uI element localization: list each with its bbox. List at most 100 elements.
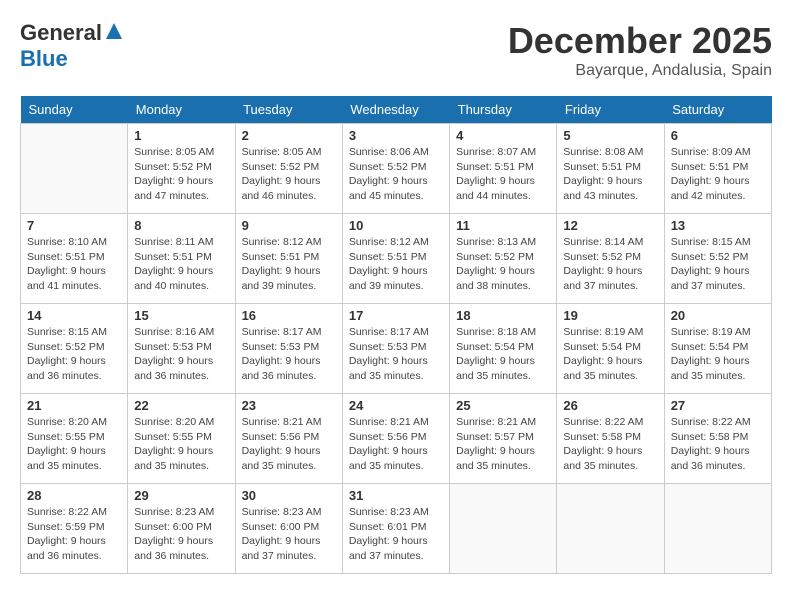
day-info: Sunrise: 8:20 AM Sunset: 5:55 PM Dayligh…: [27, 415, 121, 474]
day-info: Sunrise: 8:05 AM Sunset: 5:52 PM Dayligh…: [134, 145, 228, 204]
table-row: [21, 124, 128, 214]
logo-icon: [104, 21, 124, 41]
table-row: 21 Sunrise: 8:20 AM Sunset: 5:55 PM Dayli…: [21, 394, 128, 484]
day-number: 27: [671, 398, 765, 413]
day-info: Sunrise: 8:13 AM Sunset: 5:52 PM Dayligh…: [456, 235, 550, 294]
table-row: 22 Sunrise: 8:20 AM Sunset: 5:55 PM Dayli…: [128, 394, 235, 484]
day-info: Sunrise: 8:15 AM Sunset: 5:52 PM Dayligh…: [27, 325, 121, 384]
table-row: 3Sunrise: 8:06 AM Sunset: 5:52 PM Daylig…: [342, 124, 449, 214]
day-number: 11: [456, 218, 550, 233]
day-info: Sunrise: 8:22 AM Sunset: 5:59 PM Dayligh…: [27, 505, 121, 564]
calendar-week-row: 14 Sunrise: 8:15 AM Sunset: 5:52 PM Dayli…: [21, 304, 772, 394]
calendar-week-row: 1Sunrise: 8:05 AM Sunset: 5:52 PM Daylig…: [21, 124, 772, 214]
day-info: Sunrise: 8:07 AM Sunset: 5:51 PM Dayligh…: [456, 145, 550, 204]
calendar-header-friday: Friday: [557, 96, 664, 124]
day-number: 26: [563, 398, 657, 413]
day-info: Sunrise: 8:09 AM Sunset: 5:51 PM Dayligh…: [671, 145, 765, 204]
calendar-header-row: SundayMondayTuesdayWednesdayThursdayFrid…: [21, 96, 772, 124]
day-number: 9: [242, 218, 336, 233]
table-row: 30Sunrise: 8:23 AM Sunset: 6:00 PM Dayli…: [235, 484, 342, 574]
table-row: 24Sunrise: 8:21 AM Sunset: 5:56 PM Dayli…: [342, 394, 449, 484]
day-info: Sunrise: 8:23 AM Sunset: 6:00 PM Dayligh…: [134, 505, 228, 564]
day-number: 16: [242, 308, 336, 323]
day-number: 29: [134, 488, 228, 503]
day-number: 18: [456, 308, 550, 323]
table-row: 2 Sunrise: 8:05 AM Sunset: 5:52 PM Daylig…: [235, 124, 342, 214]
calendar-header-sunday: Sunday: [21, 96, 128, 124]
day-number: 12: [563, 218, 657, 233]
table-row: 12 Sunrise: 8:14 AM Sunset: 5:52 PM Dayli…: [557, 214, 664, 304]
calendar-week-row: 28 Sunrise: 8:22 AM Sunset: 5:59 PM Dayli…: [21, 484, 772, 574]
day-number: 22: [134, 398, 228, 413]
logo: General Blue: [20, 20, 124, 72]
day-number: 19: [563, 308, 657, 323]
table-row: 15 Sunrise: 8:16 AM Sunset: 5:53 PM Dayli…: [128, 304, 235, 394]
day-info: Sunrise: 8:17 AM Sunset: 5:53 PM Dayligh…: [242, 325, 336, 384]
day-number: 4: [456, 128, 550, 143]
day-number: 10: [349, 218, 443, 233]
day-info: Sunrise: 8:21 AM Sunset: 5:56 PM Dayligh…: [242, 415, 336, 474]
day-number: 28: [27, 488, 121, 503]
logo-blue-text: Blue: [20, 46, 68, 72]
table-row: 11 Sunrise: 8:13 AM Sunset: 5:52 PM Dayli…: [450, 214, 557, 304]
table-row: 8Sunrise: 8:11 AM Sunset: 5:51 PM Daylig…: [128, 214, 235, 304]
table-row: [450, 484, 557, 574]
day-number: 15: [134, 308, 228, 323]
calendar-header-thursday: Thursday: [450, 96, 557, 124]
table-row: 5Sunrise: 8:08 AM Sunset: 5:51 PM Daylig…: [557, 124, 664, 214]
day-info: Sunrise: 8:23 AM Sunset: 6:00 PM Dayligh…: [242, 505, 336, 564]
table-row: 26Sunrise: 8:22 AM Sunset: 5:58 PM Dayli…: [557, 394, 664, 484]
day-number: 3: [349, 128, 443, 143]
calendar-week-row: 21 Sunrise: 8:20 AM Sunset: 5:55 PM Dayli…: [21, 394, 772, 484]
table-row: 23 Sunrise: 8:21 AM Sunset: 5:56 PM Dayli…: [235, 394, 342, 484]
table-row: 4 Sunrise: 8:07 AM Sunset: 5:51 PM Daylig…: [450, 124, 557, 214]
table-row: 9 Sunrise: 8:12 AM Sunset: 5:51 PM Daylig…: [235, 214, 342, 304]
day-info: Sunrise: 8:19 AM Sunset: 5:54 PM Dayligh…: [671, 325, 765, 384]
table-row: 1Sunrise: 8:05 AM Sunset: 5:52 PM Daylig…: [128, 124, 235, 214]
table-row: 28 Sunrise: 8:22 AM Sunset: 5:59 PM Dayli…: [21, 484, 128, 574]
table-row: 31Sunrise: 8:23 AM Sunset: 6:01 PM Dayli…: [342, 484, 449, 574]
logo-general-text: General: [20, 20, 102, 46]
day-number: 17: [349, 308, 443, 323]
table-row: 17 Sunrise: 8:17 AM Sunset: 5:53 PM Dayli…: [342, 304, 449, 394]
table-row: 10Sunrise: 8:12 AM Sunset: 5:51 PM Dayli…: [342, 214, 449, 304]
day-info: Sunrise: 8:05 AM Sunset: 5:52 PM Dayligh…: [242, 145, 336, 204]
day-info: Sunrise: 8:16 AM Sunset: 5:53 PM Dayligh…: [134, 325, 228, 384]
day-info: Sunrise: 8:12 AM Sunset: 5:51 PM Dayligh…: [242, 235, 336, 294]
day-number: 13: [671, 218, 765, 233]
table-row: 13 Sunrise: 8:15 AM Sunset: 5:52 PM Dayli…: [664, 214, 771, 304]
day-info: Sunrise: 8:18 AM Sunset: 5:54 PM Dayligh…: [456, 325, 550, 384]
table-row: 16 Sunrise: 8:17 AM Sunset: 5:53 PM Dayli…: [235, 304, 342, 394]
day-info: Sunrise: 8:17 AM Sunset: 5:53 PM Dayligh…: [349, 325, 443, 384]
day-number: 14: [27, 308, 121, 323]
table-row: 14 Sunrise: 8:15 AM Sunset: 5:52 PM Dayli…: [21, 304, 128, 394]
day-info: Sunrise: 8:10 AM Sunset: 5:51 PM Dayligh…: [27, 235, 121, 294]
day-number: 21: [27, 398, 121, 413]
day-info: Sunrise: 8:19 AM Sunset: 5:54 PM Dayligh…: [563, 325, 657, 384]
day-number: 24: [349, 398, 443, 413]
calendar-header-saturday: Saturday: [664, 96, 771, 124]
month-title: December 2025: [508, 20, 772, 62]
table-row: 18 Sunrise: 8:18 AM Sunset: 5:54 PM Dayli…: [450, 304, 557, 394]
day-number: 7: [27, 218, 121, 233]
day-info: Sunrise: 8:14 AM Sunset: 5:52 PM Dayligh…: [563, 235, 657, 294]
table-row: 7 Sunrise: 8:10 AM Sunset: 5:51 PM Daylig…: [21, 214, 128, 304]
calendar-header-wednesday: Wednesday: [342, 96, 449, 124]
table-row: 25Sunrise: 8:21 AM Sunset: 5:57 PM Dayli…: [450, 394, 557, 484]
table-row: 19 Sunrise: 8:19 AM Sunset: 5:54 PM Dayli…: [557, 304, 664, 394]
day-number: 23: [242, 398, 336, 413]
day-number: 5: [563, 128, 657, 143]
table-row: 20 Sunrise: 8:19 AM Sunset: 5:54 PM Dayli…: [664, 304, 771, 394]
day-number: 2: [242, 128, 336, 143]
location-title: Bayarque, Andalusia, Spain: [508, 62, 772, 80]
day-info: Sunrise: 8:11 AM Sunset: 5:51 PM Dayligh…: [134, 235, 228, 294]
table-row: 6Sunrise: 8:09 AM Sunset: 5:51 PM Daylig…: [664, 124, 771, 214]
header: General Blue December 2025 Bayarque, And…: [20, 20, 772, 80]
table-row: [557, 484, 664, 574]
day-info: Sunrise: 8:15 AM Sunset: 5:52 PM Dayligh…: [671, 235, 765, 294]
calendar-week-row: 7 Sunrise: 8:10 AM Sunset: 5:51 PM Daylig…: [21, 214, 772, 304]
day-info: Sunrise: 8:20 AM Sunset: 5:55 PM Dayligh…: [134, 415, 228, 474]
calendar: SundayMondayTuesdayWednesdayThursdayFrid…: [20, 96, 772, 574]
day-number: 20: [671, 308, 765, 323]
day-info: Sunrise: 8:23 AM Sunset: 6:01 PM Dayligh…: [349, 505, 443, 564]
